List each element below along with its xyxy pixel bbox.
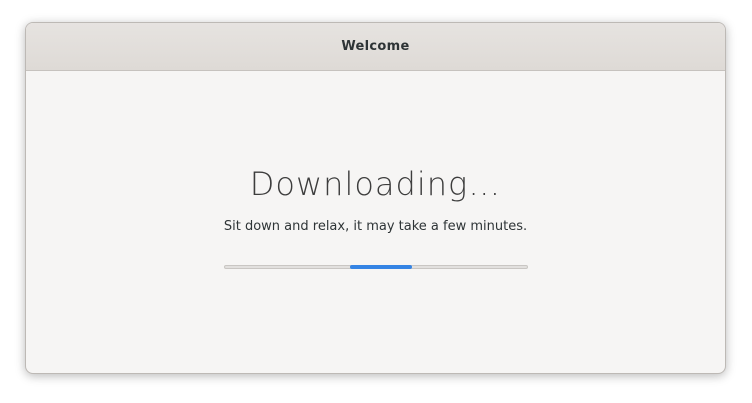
window-title: Welcome (341, 39, 410, 54)
download-heading: Downloading… (249, 165, 502, 203)
main-content: Downloading… Sit down and relax, it may … (26, 71, 725, 373)
title-bar[interactable]: Welcome (26, 23, 725, 71)
progress-indicator (350, 265, 413, 269)
download-subtitle: Sit down and relax, it may take a few mi… (223, 219, 528, 234)
welcome-window: Welcome Downloading… Sit down and relax,… (25, 22, 726, 374)
progress-bar (224, 265, 528, 269)
